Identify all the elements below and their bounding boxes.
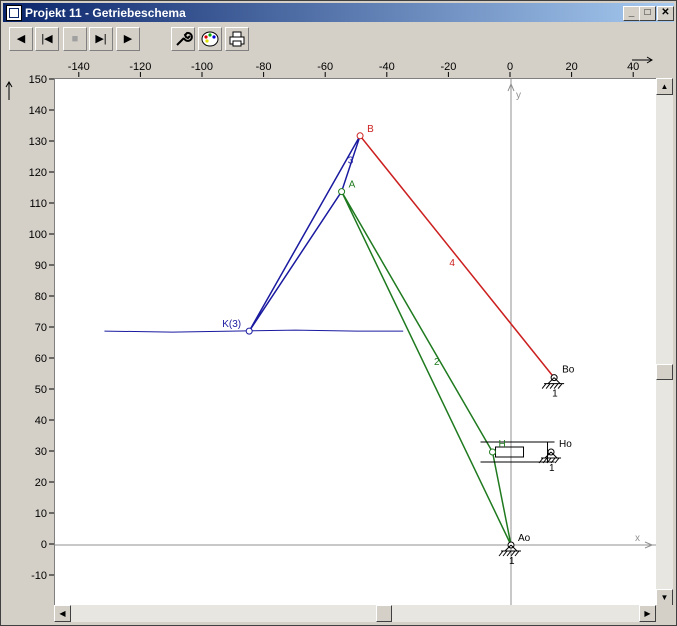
ground-bo: 1	[541, 374, 565, 400]
ground-label: 1	[549, 463, 555, 474]
vertical-scrollbar[interactable]: ▲ ▼	[656, 78, 673, 606]
y-tick-label: 80	[35, 291, 47, 303]
palette-icon	[201, 31, 219, 47]
title-bar[interactable]: Projekt 11 - Getriebeschema _ □ ✕	[3, 3, 674, 22]
window-title: Projekt 11 - Getriebeschema	[25, 6, 186, 20]
ground-hatch	[554, 457, 560, 464]
ground-label: 1	[552, 389, 558, 400]
point-label-b: B	[367, 124, 374, 135]
ground-hatch	[502, 550, 508, 557]
skip-end-button[interactable]: ▶|	[89, 27, 113, 51]
x-tick-label: -60	[317, 61, 333, 73]
minimize-button[interactable]: _	[623, 6, 640, 21]
x-tick-label: -20	[440, 61, 456, 73]
horizontal-scroll-thumb[interactable]	[375, 605, 392, 622]
y-tick-label: 0	[41, 539, 47, 551]
x-tick-label: 0	[507, 61, 513, 73]
point-label-bo: Bo	[562, 365, 575, 376]
scroll-right-button[interactable]: ▶	[639, 605, 656, 622]
y-tick-label: 60	[35, 353, 47, 365]
point-label-ao: Ao	[518, 533, 531, 544]
y-tick-label: 130	[29, 136, 47, 148]
ground-label: 1	[509, 556, 515, 567]
point-label-a: A	[349, 180, 356, 191]
stop-button[interactable]: ■	[63, 27, 87, 51]
x-tick-label: 40	[627, 61, 639, 73]
print-button[interactable]	[225, 27, 249, 51]
wrench-icon	[176, 31, 193, 46]
joint-k	[245, 327, 253, 335]
y-tick-label: 20	[35, 477, 47, 489]
x-tick-label: -140	[68, 61, 90, 73]
close-button[interactable]: ✕	[657, 6, 674, 21]
y-tick-label: 140	[29, 105, 47, 117]
point-label-ho: Ho	[559, 439, 572, 450]
scroll-left-button[interactable]: ◀	[54, 605, 71, 622]
x-tick-label: -100	[191, 61, 213, 73]
ground-ao: 1	[498, 541, 521, 567]
link-label-4: 4	[449, 258, 455, 269]
mechanism-canvas[interactable]: y x 1 1 1 B A K(3) Ao Bo Ho H 3 2 4	[54, 78, 657, 607]
scrollbar-corner	[656, 605, 673, 622]
y-tick-label: 10	[35, 508, 47, 520]
x-ruler: -140 -120 -100 -80 -60 -40 -20 0 20 40	[54, 56, 674, 77]
y-tick-label: 30	[35, 446, 47, 458]
y-tick-label: -10	[31, 570, 47, 582]
maximize-button[interactable]: □	[639, 6, 656, 21]
joint-h	[489, 448, 497, 456]
vertical-scroll-thumb[interactable]	[656, 364, 673, 381]
app-window: Projekt 11 - Getriebeschema _ □ ✕ ◀ |◀ ■…	[0, 0, 677, 626]
joint-b	[356, 132, 364, 140]
y-ruler: 1501401301201101009080706050403020100-10	[1, 56, 54, 606]
x-tick-label: -120	[129, 61, 151, 73]
ground-hatch	[557, 383, 563, 389]
mechanism-drawing: y x 1 1 1 B A K(3) Ao Bo Ho H 3 2 4	[55, 79, 657, 607]
play-forward-button[interactable]: ▶	[116, 27, 140, 51]
printer-icon	[229, 31, 245, 47]
scroll-down-button[interactable]: ▼	[656, 589, 673, 606]
y-tick-label: 90	[35, 260, 47, 272]
scroll-up-button[interactable]: ▲	[656, 78, 673, 95]
link-4-rocker	[359, 135, 555, 379]
joint-a	[338, 188, 346, 196]
y-tick-label: 120	[29, 167, 47, 179]
link-label-2: 2	[434, 357, 440, 368]
settings-button[interactable]	[171, 27, 195, 51]
play-backward-button[interactable]: ◀	[9, 27, 33, 51]
coupler-curve	[104, 329, 404, 333]
y-tick-label: 50	[35, 384, 47, 396]
y-direction-arrow-icon	[5, 81, 13, 100]
y-tick-label: 40	[35, 415, 47, 427]
ground-hatch	[514, 550, 520, 557]
y-tick-label: 70	[35, 322, 47, 334]
toolbar: ◀ |◀ ■ ▶| ▶	[3, 23, 674, 53]
ground-hatch	[498, 550, 504, 557]
link-3-coupler	[248, 135, 361, 332]
x-axis-label: x	[635, 533, 640, 544]
skip-start-button[interactable]: |◀	[35, 27, 59, 51]
link-label-3: 3	[348, 156, 354, 167]
y-axis-label: y	[516, 90, 521, 101]
link-2-crank	[340, 191, 512, 546]
y-tick-label: 150	[29, 74, 47, 86]
colors-button[interactable]	[198, 27, 222, 51]
x-tick-label: -40	[379, 61, 395, 73]
ground-hatch	[541, 383, 547, 389]
x-tick-label: 20	[565, 61, 577, 73]
point-label-h: H	[499, 439, 506, 450]
y-tick-label: 100	[29, 229, 47, 241]
horizontal-scrollbar[interactable]: ◀ ▶	[54, 605, 656, 622]
app-icon[interactable]	[6, 5, 22, 21]
point-label-k: K(3)	[222, 319, 241, 330]
y-tick-label: 110	[29, 198, 47, 210]
ground-hatch	[545, 383, 551, 389]
x-tick-label: -80	[256, 61, 272, 73]
